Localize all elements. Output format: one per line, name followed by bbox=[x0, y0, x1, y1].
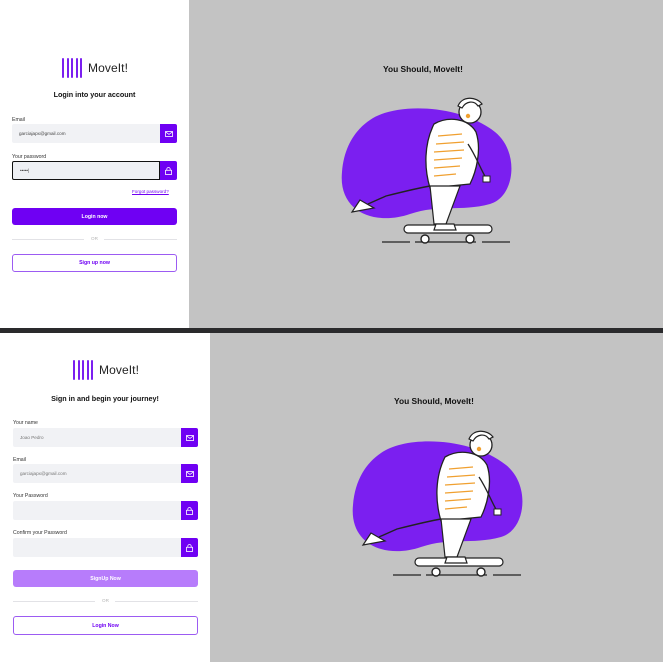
mail-icon-button[interactable] bbox=[160, 124, 177, 143]
confirm-password-label: Confirm your Password bbox=[13, 530, 67, 536]
logo-bars-icon bbox=[62, 58, 82, 78]
password-input[interactable] bbox=[12, 161, 160, 180]
skater-illustration bbox=[341, 97, 512, 244]
email-field-group bbox=[12, 124, 177, 143]
divider-left bbox=[13, 601, 95, 602]
name-input[interactable] bbox=[13, 428, 181, 447]
lock-icon-button[interactable] bbox=[181, 501, 198, 520]
login-button[interactable]: Login now bbox=[12, 208, 177, 225]
brand-name: MoveIt! bbox=[99, 363, 140, 377]
email-label: Email bbox=[12, 117, 25, 123]
tagline: You Should, MoveIt! bbox=[394, 396, 474, 406]
skater-illustration bbox=[352, 430, 523, 577]
divider-right bbox=[115, 601, 198, 602]
signup-button[interactable]: SignUp Now bbox=[13, 570, 198, 587]
mail-icon-button[interactable] bbox=[181, 428, 198, 447]
lock-icon-button[interactable] bbox=[181, 538, 198, 557]
brand-logo: MoveIt! bbox=[73, 360, 139, 380]
login-heading: Login into your account bbox=[53, 90, 136, 99]
email-label: Email bbox=[13, 457, 26, 463]
name-label: Your name bbox=[13, 420, 38, 426]
forgot-password-link[interactable]: Forgot password? bbox=[132, 189, 169, 194]
email-input[interactable] bbox=[13, 464, 181, 483]
brand-name: MoveIt! bbox=[88, 61, 129, 75]
lock-icon bbox=[186, 506, 193, 515]
confirm-password-field-group bbox=[13, 538, 198, 557]
divider-right bbox=[104, 239, 177, 240]
mail-icon bbox=[185, 434, 194, 441]
or-separator: OR bbox=[91, 236, 98, 241]
mail-icon bbox=[185, 470, 194, 477]
signup-screen: MoveIt! Sign in and begin your journey! … bbox=[0, 333, 663, 662]
confirm-password-input[interactable] bbox=[13, 538, 181, 557]
password-field-group bbox=[12, 161, 177, 180]
password-label: Your Password bbox=[13, 493, 48, 499]
name-field-group bbox=[13, 428, 198, 447]
login-button[interactable]: Login Now bbox=[13, 616, 198, 635]
or-separator: OR bbox=[102, 598, 109, 603]
email-field-group bbox=[13, 464, 198, 483]
divider-left bbox=[12, 239, 84, 240]
lock-icon-button[interactable] bbox=[160, 161, 177, 180]
signup-form-panel: MoveIt! Sign in and begin your journey! … bbox=[0, 333, 210, 662]
login-form-panel: MoveIt! Login into your account Email Yo… bbox=[0, 0, 189, 328]
signup-button[interactable]: Sign up now bbox=[12, 254, 177, 272]
brand-logo: MoveIt! bbox=[62, 58, 128, 78]
mail-icon bbox=[164, 130, 173, 137]
password-label: Your password bbox=[12, 154, 47, 160]
lock-icon bbox=[165, 166, 172, 175]
signup-heading: Sign in and begin your journey! bbox=[51, 394, 159, 403]
mail-icon-button[interactable] bbox=[181, 464, 198, 483]
password-input[interactable] bbox=[13, 501, 181, 520]
password-field-group bbox=[13, 501, 198, 520]
login-screen: MoveIt! Login into your account Email Yo… bbox=[0, 0, 663, 328]
logo-bars-icon bbox=[73, 360, 93, 380]
tagline: You Should, MoveIt! bbox=[383, 64, 463, 74]
lock-icon bbox=[186, 543, 193, 552]
email-input[interactable] bbox=[12, 124, 160, 143]
